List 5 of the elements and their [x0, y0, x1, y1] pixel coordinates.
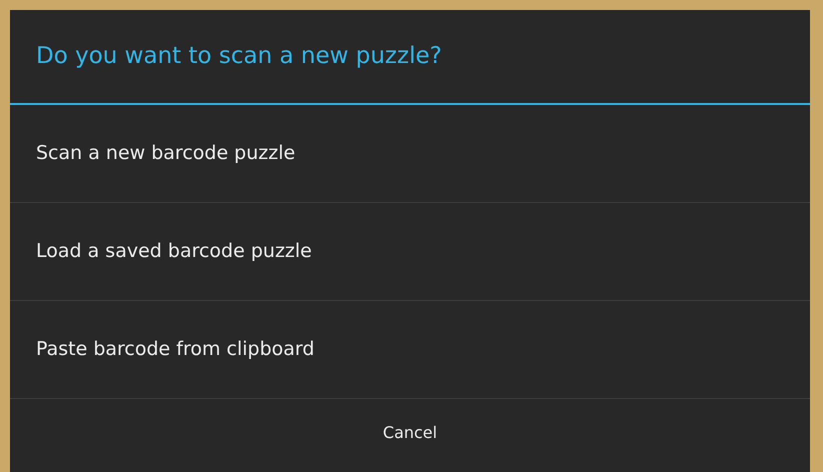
dialog-title: Do you want to scan a new puzzle? [36, 42, 442, 72]
menu-option[interactable]: Scan a new barcode puzzle [10, 105, 810, 203]
menu-option[interactable]: Paste barcode from clipboard [10, 301, 810, 399]
menu-option[interactable]: Load a saved barcode puzzle [10, 203, 810, 301]
cancel-button[interactable]: Cancel [10, 399, 810, 472]
